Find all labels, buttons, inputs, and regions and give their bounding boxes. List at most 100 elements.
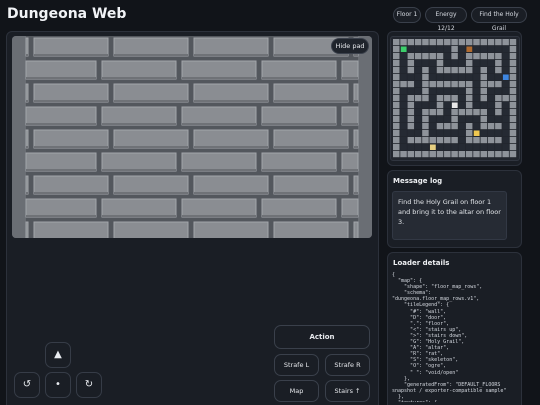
minimap-floor-tile <box>444 102 451 109</box>
minimap-floor-tile <box>495 46 502 53</box>
stairs-up-button[interactable]: Stairs ↑ <box>325 380 370 402</box>
minimap-wall-tile <box>509 109 517 116</box>
strafe-right-button[interactable]: Strafe R <box>325 354 370 376</box>
turn-left-button[interactable]: ↺ <box>14 372 40 398</box>
minimap-wall-tile <box>465 53 473 60</box>
wall-brick <box>261 198 337 218</box>
minimap-floor-tile <box>429 95 436 102</box>
minimap-wall-tile <box>393 137 400 144</box>
brick-shadow <box>114 192 188 194</box>
minimap-wall-tile <box>407 151 415 158</box>
minimap-wall-tile <box>480 151 488 158</box>
wall-brick <box>101 106 177 126</box>
minimap-wall-tile <box>393 53 400 60</box>
action-button[interactable]: Action <box>274 325 370 349</box>
minimap-floor-tile <box>407 144 415 151</box>
hide-pad-button[interactable]: Hide pad <box>331 38 369 54</box>
minimap-floor-tile <box>480 60 488 67</box>
minimap-floor-tile <box>400 137 407 144</box>
minimap[interactable] <box>390 36 520 161</box>
wall-brick <box>25 198 97 218</box>
minimap-wall-tile <box>444 95 451 102</box>
minimap-floor-tile <box>429 123 436 130</box>
minimap-wall-tile <box>495 81 502 88</box>
minimap-wall-tile <box>436 102 444 109</box>
rotate-left-icon: ↺ <box>22 379 32 390</box>
strafe-left-button[interactable]: Strafe L <box>274 354 319 376</box>
minimap-wall-tile <box>444 39 451 46</box>
minimap-floor-tile <box>400 102 407 109</box>
minimap-wall-tile <box>422 53 429 60</box>
minimap-wall-tile <box>407 95 415 102</box>
dungeon-viewport[interactable] <box>12 36 372 238</box>
minimap-wall-tile <box>393 67 400 74</box>
minimap-wall-tile <box>436 123 444 130</box>
minimap-wall-tile <box>451 116 458 123</box>
minimap-wall-tile <box>451 39 458 46</box>
loader-details-panel: Loader details { "map": { "shape": "floo… <box>387 252 522 405</box>
minimap-wall-tile <box>407 137 415 144</box>
minimap-wall-tile <box>407 116 415 123</box>
minimap-wall-tile <box>473 39 480 46</box>
minimap-wall-tile <box>509 53 517 60</box>
map-button[interactable]: Map <box>274 380 319 402</box>
minimap-wall-tile <box>502 39 509 46</box>
minimap-wall-tile <box>393 123 400 130</box>
minimap-wall-tile <box>407 123 415 130</box>
minimap-wall-tile <box>407 81 415 88</box>
brick-shadow <box>26 123 96 125</box>
minimap-floor-tile <box>487 130 495 137</box>
minimap-wall-tile <box>444 123 451 130</box>
wall-brick <box>113 83 189 103</box>
minimap-floor-tile <box>436 144 444 151</box>
minimap-wall-tile <box>487 123 495 130</box>
minimap-wall-tile <box>407 109 415 116</box>
minimap-floor-tile <box>502 144 509 151</box>
minimap-floor-tile <box>473 102 480 109</box>
energy-chip: Energy 12/12 <box>425 7 467 32</box>
minimap-wall-tile <box>465 95 473 102</box>
brick-shadow <box>102 123 176 125</box>
minimap-wall-tile <box>451 53 458 60</box>
minimap-wall-tile <box>509 116 517 123</box>
minimap-floor-tile <box>400 130 407 137</box>
minimap-floor-tile <box>400 74 407 81</box>
minimap-floor-tile <box>414 60 422 67</box>
minimap-floor-tile <box>487 95 495 102</box>
minimap-floor-tile <box>414 144 422 151</box>
minimap-wall-tile <box>480 67 488 74</box>
minimap-floor-tile <box>487 74 495 81</box>
turn-right-button[interactable]: ↻ <box>76 372 102 398</box>
minimap-floor-tile <box>444 60 451 67</box>
minimap-wall-tile <box>414 151 422 158</box>
minimap-floor-tile <box>465 74 473 81</box>
arrow-up-icon: ▲ <box>54 349 62 360</box>
brick-shadow <box>354 146 358 148</box>
minimap-floor-tile <box>400 60 407 67</box>
brick-shadow <box>274 192 348 194</box>
wait-button[interactable]: • <box>45 372 71 398</box>
move-forward-button[interactable]: ▲ <box>45 342 71 368</box>
wall-brick <box>341 106 359 126</box>
rotate-right-icon: ↻ <box>84 379 94 390</box>
wall-brick <box>353 83 359 103</box>
minimap-wall-tile <box>480 109 488 116</box>
brick-shadow <box>26 146 28 148</box>
minimap-floor-tile <box>502 102 509 109</box>
minimap-floor-tile <box>473 74 480 81</box>
wall-brick <box>181 106 257 126</box>
brick-shadow <box>194 146 268 148</box>
minimap-floor-tile <box>502 67 509 74</box>
minimap-floor-tile <box>436 46 444 53</box>
minimap-wall-tile <box>444 67 451 74</box>
minimap-floor-tile <box>414 88 422 95</box>
minimap-floor-tile <box>502 109 509 116</box>
brick-shadow <box>342 77 358 79</box>
minimap-wall-tile <box>444 137 451 144</box>
minimap-wall-tile <box>458 151 466 158</box>
minimap-floor-tile <box>458 60 466 67</box>
wall-brick <box>113 37 189 57</box>
minimap-wall-tile <box>509 137 517 144</box>
minimap-floor-tile <box>444 74 451 81</box>
brick-shadow <box>182 123 256 125</box>
